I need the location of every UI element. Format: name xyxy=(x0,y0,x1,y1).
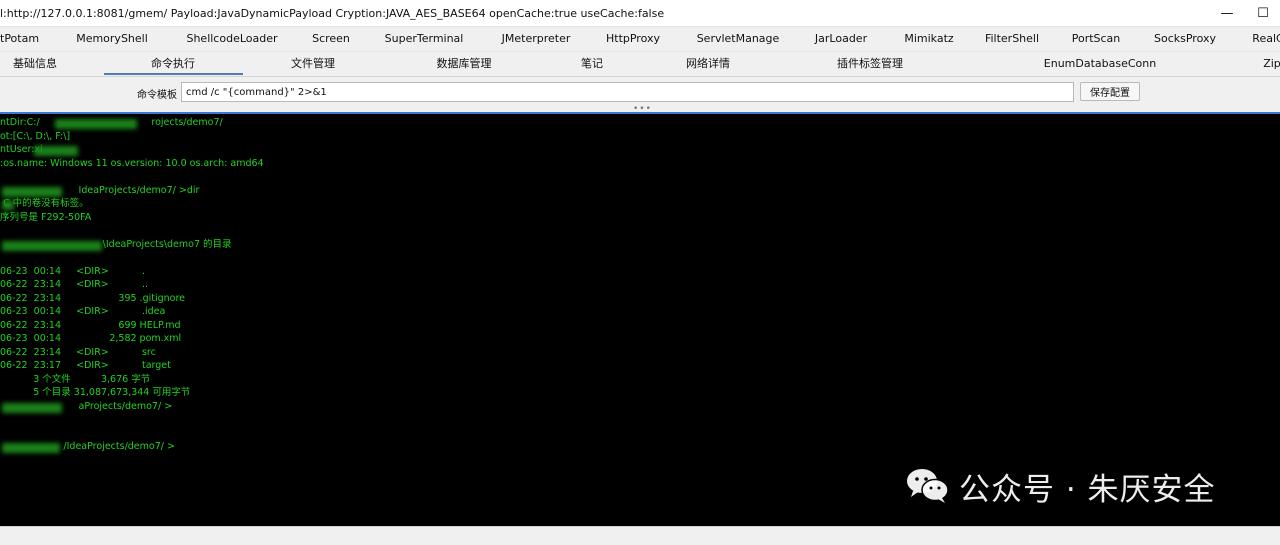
tab-httpproxy[interactable]: HttpProxy xyxy=(606,27,660,51)
redaction-blur xyxy=(2,187,62,197)
tab-shellcodeloader[interactable]: ShellcodeLoader xyxy=(186,27,277,51)
console-line: 06-23 00:14 <DIR> . xyxy=(0,266,145,277)
console-line: 5 个目录 31,087,673,344 可用字节 xyxy=(0,387,191,398)
window-title: l:http://127.0.0.1:8081/gmem/ Payload:Ja… xyxy=(0,7,665,20)
plugin-tab-bar: itPotam MemoryShell ShellcodeLoader Scre… xyxy=(0,27,1280,52)
console-line: 06-22 23:14 <DIR> src xyxy=(0,347,156,358)
watermark-text: 公众号 · 朱厌安全 xyxy=(959,471,1216,508)
tab-jarloader[interactable]: JarLoader xyxy=(815,27,867,51)
tab-basic-info[interactable]: 基础信息 xyxy=(13,52,57,76)
tab-enumdatabaseconn[interactable]: EnumDatabaseConn xyxy=(1044,52,1156,76)
command-console[interactable]: ntDir:C:/ rojects/demo7/ ot:[C:\, D:\, F… xyxy=(0,112,1280,526)
tab-network-details[interactable]: 网络详情 xyxy=(686,52,730,76)
wechat-icon xyxy=(905,465,951,508)
command-template-label: 命令模板 xyxy=(137,90,177,101)
console-line: 06-23 00:14 <DIR> .idea xyxy=(0,306,166,317)
tab-portscan[interactable]: PortScan xyxy=(1072,27,1121,51)
tab-socksproxy[interactable]: SocksProxy xyxy=(1154,27,1216,51)
console-line: ot:[C:\, D:\, F:\] xyxy=(0,131,71,142)
bottom-status-strip xyxy=(0,526,1280,545)
redaction-blur xyxy=(34,146,78,156)
console-line: 06-22 23:14 699 HELP.md xyxy=(0,320,181,331)
tab-memoryshell[interactable]: MemoryShell xyxy=(76,27,148,51)
tab-realc[interactable]: RealC xyxy=(1252,27,1280,51)
console-line: 06-23 00:14 2,582 pom.xml xyxy=(0,333,182,344)
wechat-watermark: 公众号 · 朱厌安全 xyxy=(905,464,1216,508)
console-line: 3 个文件 3,676 字节 xyxy=(0,374,151,385)
console-line: 序列号是 F292-50FA xyxy=(0,212,92,223)
console-line: 06-22 23:17 <DIR> target xyxy=(0,360,171,371)
redaction-blur xyxy=(2,200,14,210)
tab-jmeterpreter[interactable]: JMeterpreter xyxy=(502,27,571,51)
tab-mimikatz[interactable]: Mimikatz xyxy=(904,27,953,51)
redaction-blur xyxy=(2,443,60,453)
command-template-input[interactable] xyxy=(181,82,1074,102)
minimize-button[interactable]: — xyxy=(1210,0,1244,26)
maximize-button[interactable]: ☐ xyxy=(1246,0,1280,26)
tab-filtershell[interactable]: FilterShell xyxy=(985,27,1039,51)
redaction-blur xyxy=(55,119,137,129)
console-line: 06-22 23:14 <DIR> .. xyxy=(0,279,149,290)
tab-screen[interactable]: Screen xyxy=(312,27,350,51)
redaction-blur xyxy=(2,403,62,413)
tab-itpotam[interactable]: itPotam xyxy=(0,27,39,51)
redaction-blur xyxy=(2,241,102,251)
tab-notes[interactable]: 笔记 xyxy=(581,52,603,76)
console-line: 06-22 23:14 395 .gitignore xyxy=(0,293,186,304)
save-config-button[interactable]: 保存配置 xyxy=(1080,82,1140,101)
console-line: :os.name: Windows 11 os.version: 10.0 os… xyxy=(0,158,264,169)
tab-servletmanage[interactable]: ServletManage xyxy=(697,27,780,51)
tab-superterminal[interactable]: SuperTerminal xyxy=(385,27,464,51)
title-bar: l:http://127.0.0.1:8081/gmem/ Payload:Ja… xyxy=(0,0,1280,27)
tab-database-manager[interactable]: 数据库管理 xyxy=(437,52,492,76)
tab-zip[interactable]: Zip xyxy=(1263,52,1280,76)
tab-file-manager[interactable]: 文件管理 xyxy=(291,52,335,76)
tab-plugin-tag-manager[interactable]: 插件标签管理 xyxy=(837,52,903,76)
active-tab-indicator xyxy=(104,73,243,75)
